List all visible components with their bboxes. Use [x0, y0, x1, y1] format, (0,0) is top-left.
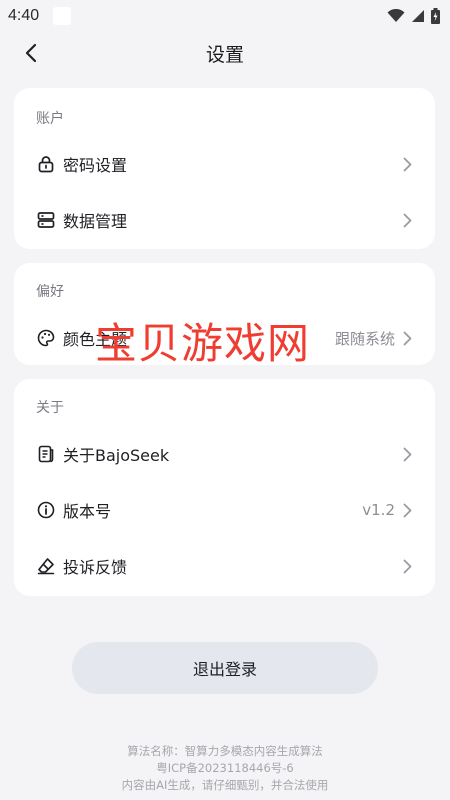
notification-icon [53, 7, 72, 25]
status-time: 4:40 [8, 7, 40, 24]
version-value: v1.2 [362, 501, 395, 519]
chevron-right-icon [401, 558, 413, 574]
password-settings-row[interactable]: 密码设置 [14, 138, 435, 190]
version-row[interactable]: 版本号 v1.2 [14, 484, 435, 536]
eraser-icon [36, 557, 55, 576]
color-theme-row[interactable]: 颜色主题 跟随系统 [14, 312, 435, 364]
data-management-row[interactable]: 数据管理 [14, 194, 435, 246]
footer-icp[interactable]: 粤ICP备2023118446号-6 [0, 760, 450, 776]
lock-icon [36, 155, 55, 174]
section-title-account: 账户 [36, 111, 64, 127]
document-icon [36, 445, 55, 464]
chevron-right-icon [401, 212, 413, 228]
row-label: 颜色主题 [63, 330, 128, 349]
app-bar: 设置 [0, 32, 450, 74]
palette-icon [36, 329, 55, 348]
database-icon [36, 211, 55, 230]
row-label: 密码设置 [63, 156, 128, 175]
row-label: 数据管理 [63, 212, 128, 231]
battery-icon [431, 8, 440, 24]
footer-algorithm: 算法名称：智算力多模态内容生成算法 [127, 744, 323, 758]
wifi-icon [387, 9, 405, 22]
footer-ai-notice: 内容由AI生成，请仔细甄别，并合法使用 [121, 778, 329, 792]
section-title-preferences: 偏好 [36, 284, 64, 300]
about-card: 关于 关于BajoSeek 版本号 v1.2 投诉反馈 [14, 379, 435, 596]
chevron-right-icon [401, 502, 413, 518]
section-title-about: 关于 [36, 400, 64, 416]
account-card: 账户 密码设置 数据管理 [14, 88, 435, 249]
feedback-row[interactable]: 投诉反馈 [14, 540, 435, 592]
info-icon [36, 501, 55, 520]
row-label: 版本号 [63, 502, 112, 521]
chevron-left-icon [25, 43, 37, 63]
status-bar: 4:40 [0, 0, 450, 32]
chevron-right-icon [401, 330, 413, 346]
signal-icon [412, 10, 424, 22]
page-title: 设置 [205, 43, 244, 66]
row-label: 关于BajoSeek [63, 446, 170, 465]
preferences-card: 偏好 颜色主题 跟随系统 [14, 263, 435, 365]
chevron-right-icon [401, 446, 413, 462]
logout-button[interactable]: 退出登录 [72, 642, 378, 694]
color-theme-value: 跟随系统 [334, 329, 395, 348]
row-label: 投诉反馈 [63, 558, 128, 577]
status-icons [387, 8, 440, 24]
about-app-row[interactable]: 关于BajoSeek [14, 428, 435, 480]
chevron-right-icon [401, 156, 413, 172]
back-button[interactable] [18, 40, 44, 66]
